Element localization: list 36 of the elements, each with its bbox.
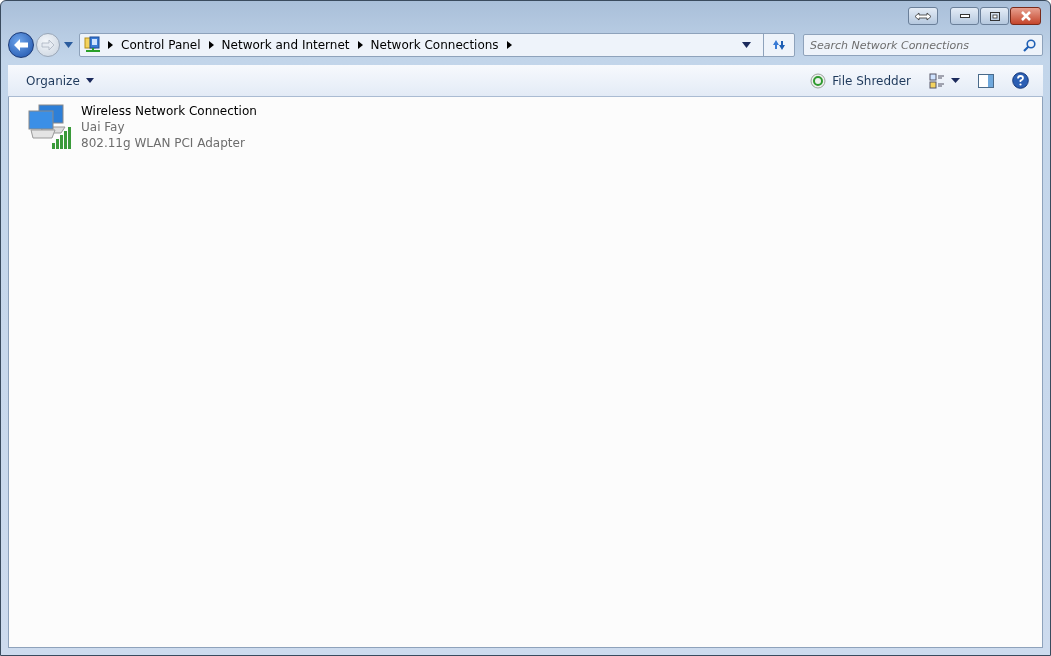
close-icon: [1019, 11, 1032, 21]
back-button[interactable]: [8, 32, 34, 58]
forward-arrow-icon: [41, 39, 55, 51]
adapter-name: 802.11g WLAN PCI Adapter: [81, 135, 246, 151]
search-field[interactable]: Search Network Connections: [803, 34, 1043, 56]
connection-name: Wireless Network Connection: [81, 103, 257, 119]
minimize-icon: [959, 14, 970, 18]
caret-icon: [85, 78, 94, 83]
preview-pane-icon: [978, 73, 994, 88]
connection-item[interactable]: Wireless Network Connection Uai Fay 802.11g WLAN PCI Adapter: [25, 103, 285, 151]
refresh-icon: [771, 38, 787, 52]
breadcrumb-item[interactable]: Control Panel: [121, 38, 201, 52]
breadcrumb-arrow-icon: [357, 41, 363, 49]
organize-menu-button[interactable]: Organize: [20, 69, 100, 92]
breadcrumb-arrow-icon: [108, 41, 113, 49]
search-icon: [1023, 39, 1036, 52]
maximize-button[interactable]: [980, 7, 1009, 25]
network-name: Uai Fay: [81, 119, 126, 135]
close-button[interactable]: [1010, 7, 1041, 25]
help-icon: [1012, 72, 1029, 89]
caret-icon: [951, 78, 960, 83]
maximize-icon: [989, 11, 1000, 21]
dropdown-arrow-icon[interactable]: [742, 42, 751, 48]
address-bar[interactable]: Control Panel Network and Internet Network Connections: [79, 33, 795, 57]
breadcrumb-arrow-icon: [208, 41, 214, 49]
breadcrumb-item[interactable]: Network Connections: [370, 38, 499, 52]
double-arrow-icon: [914, 11, 932, 21]
shredder-icon: [810, 72, 827, 89]
view-list-icon: [929, 72, 945, 89]
back-arrow-icon: [13, 38, 29, 52]
file-shredder-button[interactable]: File Shredder: [804, 68, 917, 93]
breadcrumb-arrow-icon: [506, 41, 512, 49]
minimize-button[interactable]: [950, 7, 979, 25]
control-panel-icon: [84, 36, 102, 54]
snap-button[interactable]: [908, 7, 938, 25]
breadcrumb-item[interactable]: Network and Internet: [221, 38, 350, 52]
